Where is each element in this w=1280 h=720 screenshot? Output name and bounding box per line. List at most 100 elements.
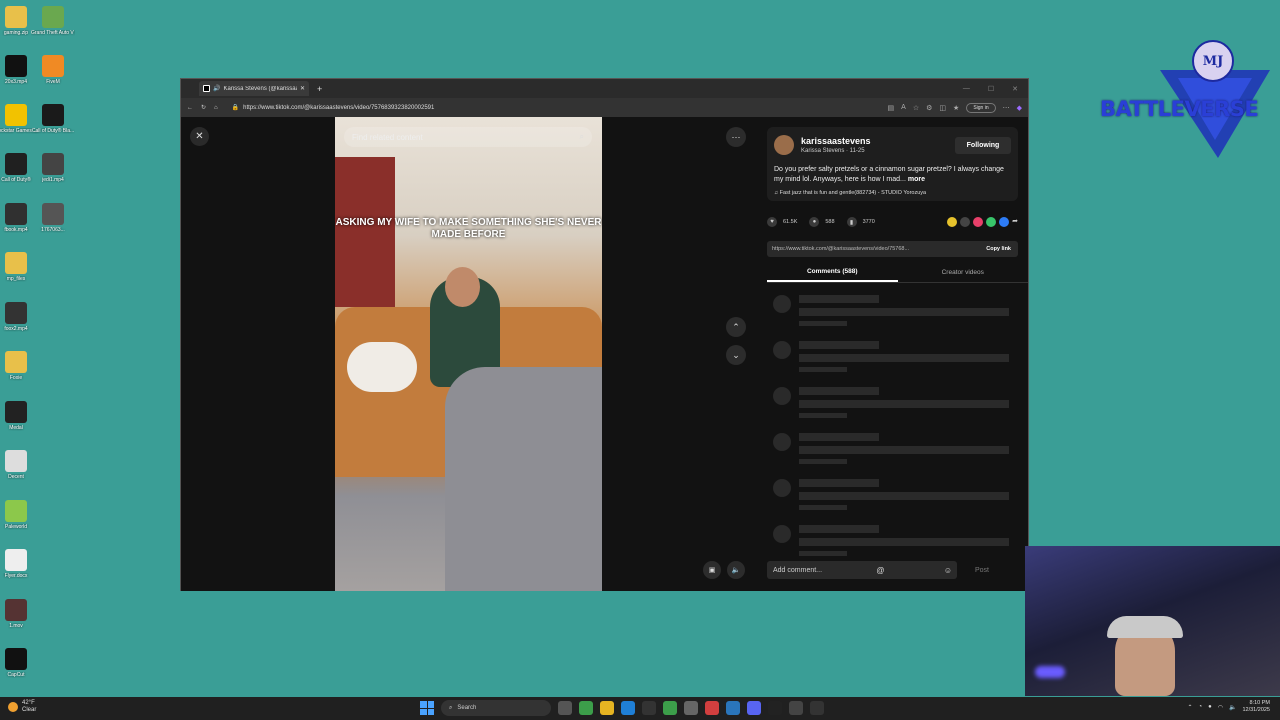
- desktop-icon-label: 1767063...: [41, 227, 65, 233]
- back-icon[interactable]: ←: [187, 105, 193, 111]
- copilot-icon[interactable]: ◆: [1017, 104, 1022, 112]
- related-search-input[interactable]: Find related content ⌕: [344, 127, 592, 147]
- tray-chevron-icon[interactable]: ⌃: [1187, 704, 1192, 711]
- taskbar-search[interactable]: ⌕ Search: [441, 700, 551, 716]
- browser-tab[interactable]: 🔊 Karissa Stevens (@karissaastevens) ✕: [199, 81, 309, 96]
- window-close-icon[interactable]: ✕: [1012, 85, 1018, 93]
- terminal-icon[interactable]: [642, 701, 656, 715]
- share-icons: ➦: [947, 217, 1018, 227]
- search-icon[interactable]: ⌕: [580, 132, 584, 142]
- sign-in-button[interactable]: Sign in: [966, 102, 996, 113]
- weather-temp: 42°F: [22, 700, 35, 706]
- system-tray: ⌃ ◔ ● ◠ 🔈 8:10 PM 12/31/2025: [1187, 700, 1270, 714]
- mic-icon[interactable]: ●: [1208, 704, 1212, 710]
- bookmark-icon[interactable]: ▮: [846, 217, 857, 227]
- desktop-icon[interactable]: mp_files: [0, 252, 38, 282]
- desktop-icon[interactable]: jedi1.mp4: [31, 153, 75, 183]
- speaker-icon: 🔊: [213, 86, 221, 92]
- steam-icon[interactable]: [726, 701, 740, 715]
- username[interactable]: karissaastevens: [801, 136, 871, 146]
- app-icon[interactable]: [810, 701, 824, 715]
- pip-icon[interactable]: ▣: [703, 561, 721, 579]
- desktop-icon[interactable]: 1767063...: [31, 203, 75, 233]
- next-video-button[interactable]: ⌄: [726, 345, 746, 365]
- desktop-icon[interactable]: Paleworld: [0, 500, 38, 530]
- desktop-app-icon: [5, 203, 27, 225]
- task-view-icon[interactable]: [558, 701, 572, 715]
- split-screen-icon[interactable]: ◫: [939, 104, 946, 112]
- wifi-icon[interactable]: ◠: [1218, 704, 1223, 711]
- desktop-icon[interactable]: Grand Theft Auto V Le...: [31, 6, 75, 36]
- comment-input[interactable]: Add comment... @ ☺: [767, 561, 957, 579]
- file-explorer-icon[interactable]: [600, 701, 614, 715]
- close-video-button[interactable]: ✕: [190, 127, 209, 146]
- store-icon[interactable]: [684, 701, 698, 715]
- lock-icon: 🔒: [231, 105, 240, 111]
- url-field[interactable]: 🔒 https://www.tiktok.com/@karissaasteven…: [226, 101, 786, 114]
- music-link[interactable]: ♫ Fast jazz that is fun and gentle(88273…: [774, 190, 926, 196]
- start-windows-icon[interactable]: [420, 701, 434, 715]
- desktop-app-icon: [5, 6, 27, 28]
- extensions-icon[interactable]: ⚙: [926, 104, 932, 112]
- address-bar: ← ↻ ⌂ 🔒 https://www.tiktok.com/@karissaa…: [181, 98, 1028, 117]
- capcut-icon[interactable]: [789, 701, 803, 715]
- clock-time: 8:10 PM: [1249, 700, 1270, 706]
- reader-icon[interactable]: ▤: [888, 104, 895, 112]
- volume-icon[interactable]: 🔈: [727, 561, 745, 579]
- emoji-icon[interactable]: ☺: [944, 566, 952, 575]
- clock[interactable]: 8:10 PM 12/31/2025: [1242, 700, 1270, 714]
- desktop-icon[interactable]: FiveM: [31, 55, 75, 85]
- previous-video-button[interactable]: ⌃: [726, 317, 746, 337]
- whatsapp-icon[interactable]: [986, 217, 997, 227]
- copy-link-button[interactable]: Copy link: [986, 246, 1011, 252]
- weather-widget[interactable]: 42°F Clear: [8, 700, 36, 714]
- repost-icon[interactable]: [947, 217, 958, 227]
- obs-icon[interactable]: [768, 701, 782, 715]
- maximize-icon[interactable]: ☐: [988, 85, 994, 93]
- post-comment-button[interactable]: Post: [975, 567, 989, 574]
- desktop-icon[interactable]: Flyer.docx: [0, 549, 38, 579]
- read-aloud-icon[interactable]: A: [901, 104, 906, 111]
- network-icon[interactable]: ◔: [1198, 704, 1202, 710]
- share-arrow-icon[interactable]: ➦: [1012, 217, 1018, 227]
- minimize-icon[interactable]: —: [963, 85, 970, 93]
- embed-icon[interactable]: [960, 217, 971, 227]
- comment-icon[interactable]: ●: [809, 217, 820, 227]
- video-player[interactable]: Find related content ⌕ ASKING MY WIFE TO…: [335, 117, 602, 591]
- new-tab-button[interactable]: +: [317, 84, 322, 94]
- mention-icon[interactable]: @: [876, 566, 884, 575]
- desktop-app-icon: [5, 55, 27, 77]
- desktop-icon[interactable]: Foxie: [0, 351, 38, 381]
- desktop-icon[interactable]: foox2.mp4: [0, 302, 38, 332]
- favorites-icon[interactable]: ★: [953, 104, 959, 112]
- desktop-icon[interactable]: Decent: [0, 450, 38, 480]
- tab-comments[interactable]: Comments (588): [767, 263, 898, 282]
- desktop-icon[interactable]: Call of Duty® Bla...: [31, 104, 75, 134]
- browser-menu-icon[interactable]: ⋯: [1003, 104, 1010, 112]
- facebook-icon[interactable]: [999, 217, 1010, 227]
- discord-icon[interactable]: [747, 701, 761, 715]
- home-icon[interactable]: ⌂: [214, 105, 218, 111]
- desktop-icon[interactable]: 1.mov: [0, 599, 38, 629]
- send-icon[interactable]: [973, 217, 984, 227]
- tab-creator-videos[interactable]: Creator videos: [898, 263, 1029, 282]
- more-options-button[interactable]: ⋯: [726, 127, 746, 147]
- following-button[interactable]: Following: [955, 137, 1011, 154]
- desktop-icon-label: foox2.mp4: [4, 326, 28, 332]
- heart-icon[interactable]: ♥: [767, 217, 777, 227]
- share-link-text[interactable]: https://www.tiktok.com/@karissaastevens/…: [772, 246, 909, 252]
- more-link[interactable]: more: [908, 176, 925, 183]
- close-tab-icon[interactable]: ✕: [300, 85, 305, 92]
- volume-tray-icon[interactable]: 🔈: [1229, 704, 1236, 711]
- edge-icon[interactable]: [621, 701, 635, 715]
- chrome-icon[interactable]: [705, 701, 719, 715]
- xbox-icon[interactable]: [579, 701, 593, 715]
- desktop-icon[interactable]: CapCut: [0, 648, 38, 678]
- desktop-app-icon: [5, 648, 27, 670]
- refresh-icon[interactable]: ↻: [201, 104, 206, 111]
- desktop-icon[interactable]: Medal: [0, 401, 38, 431]
- game-app-icon[interactable]: [663, 701, 677, 715]
- avatar[interactable]: [774, 135, 794, 155]
- video-scene-blanket: [445, 367, 602, 591]
- favorite-star-icon[interactable]: ☆: [913, 104, 919, 112]
